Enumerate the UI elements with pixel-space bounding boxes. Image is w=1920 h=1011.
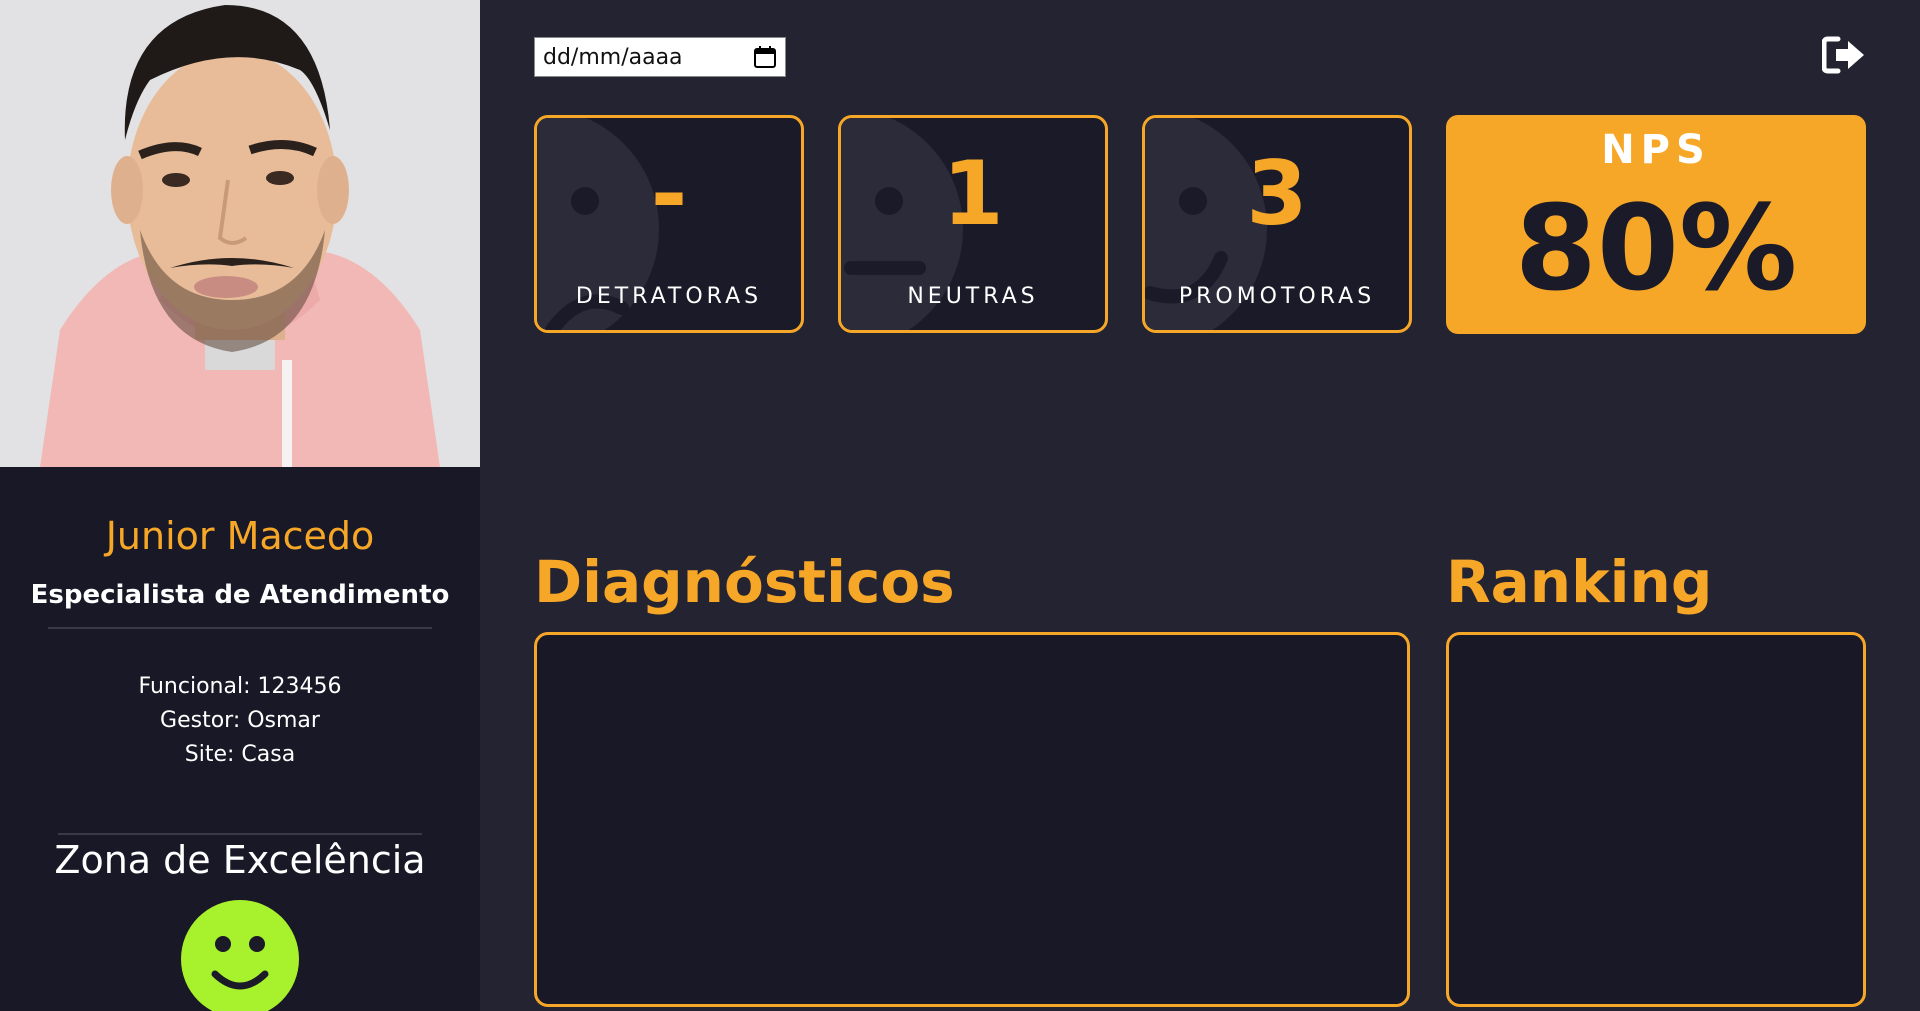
date-input[interactable]: dd/mm/aaaa	[534, 37, 786, 77]
ranking-title: Ranking	[1446, 548, 1713, 616]
happy-face-icon	[181, 900, 299, 1011]
date-placeholder: dd/mm/aaaa	[543, 44, 683, 70]
logout-icon[interactable]	[1821, 36, 1866, 74]
neutras-value: 1	[942, 142, 1004, 245]
profile-name: Junior Macedo	[105, 514, 375, 558]
profile-photo	[0, 0, 480, 467]
ranking-panel	[1446, 632, 1866, 1007]
zone-title: Zona de Excelência	[54, 838, 426, 882]
profile-role: Especialista de Atendimento	[30, 580, 450, 610]
promotoras-card: 3 PROMOTORAS	[1142, 115, 1412, 333]
neutras-label: NEUTRAS	[907, 284, 1039, 309]
profile-funcional: Funcional: 123456	[138, 674, 342, 699]
promotoras-value: 3	[1246, 142, 1308, 245]
nps-value: 80%	[1514, 179, 1798, 317]
profile-divider	[48, 627, 432, 629]
promotoras-label: PROMOTORAS	[1178, 284, 1376, 309]
nps-card: NPS 80%	[1446, 115, 1866, 334]
calendar-icon[interactable]	[753, 45, 777, 69]
profile-gestor: Gestor: Osmar	[160, 708, 320, 733]
diagnosticos-panel	[534, 632, 1410, 1007]
detratoras-value: -	[650, 142, 688, 245]
detratoras-label: DETRATORAS	[575, 284, 763, 309]
zone-divider	[58, 833, 422, 835]
neutras-card: 1 NEUTRAS	[838, 115, 1108, 333]
profile-site: Site: Casa	[184, 742, 296, 767]
nps-title: NPS	[1601, 127, 1711, 173]
profile-sidebar: Junior Macedo Especialista de Atendiment…	[0, 0, 480, 1011]
diagnosticos-title: Diagnósticos	[534, 548, 955, 616]
detratoras-card: - DETRATORAS	[534, 115, 804, 333]
profile-info: Funcional: 123456 Gestor: Osmar Site: Ca…	[0, 670, 480, 772]
